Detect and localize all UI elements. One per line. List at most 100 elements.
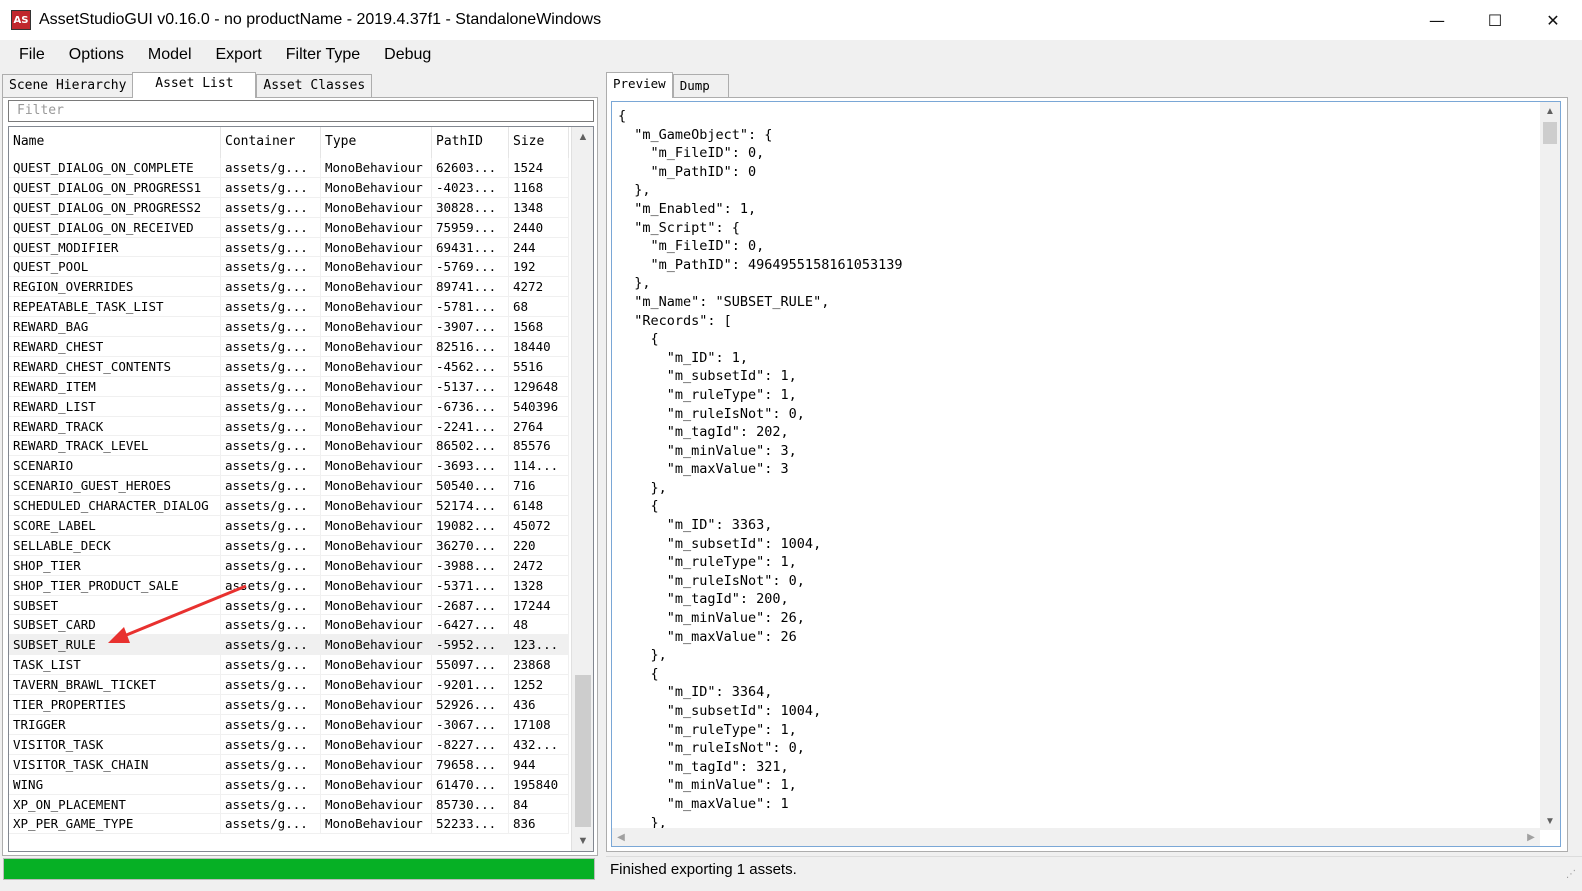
scroll-down-icon[interactable]: ▼ xyxy=(1540,812,1560,830)
cell-container: assets/g... xyxy=(221,555,321,575)
resize-grip-icon[interactable]: ⋰ xyxy=(1566,869,1576,880)
cell-size: 4272 xyxy=(509,277,569,297)
table-row[interactable]: VISITOR_TASK_CHAIN assets/g... MonoBehavio… xyxy=(9,754,569,775)
tab-preview[interactable]: Preview xyxy=(606,72,673,98)
cell-type: MonoBehaviour xyxy=(321,575,432,595)
cell-type: MonoBehaviour xyxy=(321,535,432,555)
preview-line: "m_ruleType": 1, xyxy=(618,554,797,571)
cell-name: REPEATABLE_TASK_LIST xyxy=(9,297,221,317)
table-row[interactable]: QUEST_DIALOG_ON_PROGRESS1 assets/g... Mono… xyxy=(9,177,569,198)
table-row[interactable]: SUBSET_RULE assets/g... MonoBehaviour -5952… xyxy=(9,635,569,656)
menu-options[interactable]: Options xyxy=(57,41,136,69)
cell-container: assets/g... xyxy=(221,675,321,695)
tab-asset-classes[interactable]: Asset Classes xyxy=(256,74,373,98)
column-header-container[interactable]: Container xyxy=(221,127,321,159)
table-row[interactable]: SCORE_LABEL assets/g... MonoBehaviour 19082… xyxy=(9,516,569,536)
maximize-button[interactable]: ☐ xyxy=(1466,0,1524,40)
cell-name: TRIGGER xyxy=(9,714,221,734)
column-header-size[interactable]: Size xyxy=(509,127,569,159)
table-row[interactable]: SCHEDULED_CHARACTER_DIALOG assets/g... Mon… xyxy=(9,496,569,517)
cell-size: 195840 xyxy=(509,774,569,794)
scrollbar-thumb[interactable] xyxy=(575,675,591,827)
scroll-left-icon[interactable]: ◀ xyxy=(612,828,630,846)
table-row[interactable]: REWARD_BAG assets/g... MonoBehaviour -3907.… xyxy=(9,317,569,338)
table-row[interactable]: TAVERN_BRAWL_TICKET assets/g... MonoBehavi… xyxy=(9,675,569,696)
menu-export[interactable]: Export xyxy=(204,41,274,69)
table-row[interactable]: REGION_OVERRIDES assets/g... MonoBehaviour… xyxy=(9,277,569,298)
table-row[interactable]: QUEST_DIALOG_ON_RECEIVED assets/g... MonoB… xyxy=(9,217,569,238)
tab-dump[interactable]: Dump xyxy=(672,74,729,98)
table-row[interactable]: QUEST_DIALOG_ON_COMPLETE assets/g... MonoB… xyxy=(9,158,569,178)
cell-type: MonoBehaviour xyxy=(321,396,432,416)
table-row[interactable]: TRIGGER assets/g... MonoBehaviour -3067... 1… xyxy=(9,714,569,735)
table-row[interactable]: SHOP_TIER assets/g... MonoBehaviour -3988..… xyxy=(9,555,569,576)
table-row[interactable]: VISITOR_TASK assets/g... MonoBehaviour -822… xyxy=(9,734,569,755)
table-row[interactable]: SHOP_TIER_PRODUCT_SALE assets/g... MonoBeh… xyxy=(9,575,569,596)
cell-size: 1328 xyxy=(509,575,569,595)
table-row[interactable]: WING assets/g... MonoBehaviour 61470... 1958… xyxy=(9,774,569,795)
table-row[interactable]: XP_ON_PLACEMENT assets/g... MonoBehaviour 8… xyxy=(9,794,569,815)
column-header-name[interactable]: Name xyxy=(9,127,221,159)
cell-type: MonoBehaviour xyxy=(321,655,432,675)
status-text: Finished exporting 1 assets. xyxy=(610,861,797,878)
preview-line: { xyxy=(618,108,627,124)
scrollbar-thumb[interactable] xyxy=(1543,122,1557,144)
table-row[interactable]: TASK_LIST assets/g... MonoBehaviour 55097..… xyxy=(9,655,569,676)
cell-pathid: -5781... xyxy=(432,297,509,317)
table-row[interactable]: XP_PER_GAME_TYPE assets/g... MonoBehaviour… xyxy=(9,814,569,835)
menu-filter-type[interactable]: Filter Type xyxy=(274,41,372,69)
cell-type: MonoBehaviour xyxy=(321,376,432,396)
cell-pathid: 69431... xyxy=(432,237,509,257)
menu-file[interactable]: File xyxy=(7,41,57,69)
preview-line: "m_minValue": 3, xyxy=(618,442,797,459)
table-row[interactable]: REPEATABLE_TASK_LIST assets/g... MonoBehav… xyxy=(9,297,569,318)
table-row[interactable]: QUEST_MODIFIER assets/g... MonoBehaviour 69… xyxy=(9,237,569,258)
tab-scene-hierarchy[interactable]: Scene Hierarchy xyxy=(2,74,134,98)
table-row[interactable]: SUBSET assets/g... MonoBehaviour -2687... 17… xyxy=(9,595,569,616)
table-row[interactable]: REWARD_CHEST_CONTENTS assets/g... MonoBeha… xyxy=(9,356,569,377)
cell-type: MonoBehaviour xyxy=(321,734,432,754)
cell-pathid: -6427... xyxy=(432,615,509,635)
tab-asset-list[interactable]: Asset List xyxy=(132,72,257,98)
cell-name: QUEST_DIALOG_ON_PROGRESS2 xyxy=(9,197,221,217)
cell-type: MonoBehaviour xyxy=(321,277,432,297)
column-header-type[interactable]: Type xyxy=(321,127,432,159)
cell-pathid: -5137... xyxy=(432,376,509,396)
preview-textbox[interactable]: { "m_GameObject": { "m_FileID": 0, "m_Pa… xyxy=(611,101,1561,847)
cell-container: assets/g... xyxy=(221,695,321,714)
cell-name: TIER_PROPERTIES xyxy=(9,695,221,714)
cell-container: assets/g... xyxy=(221,436,321,456)
scroll-right-icon[interactable]: ▶ xyxy=(1522,828,1540,846)
preview-line: "m_minValue": 26, xyxy=(618,610,805,627)
scroll-down-icon[interactable]: ▼ xyxy=(572,831,593,851)
table-row[interactable]: SUBSET_CARD assets/g... MonoBehaviour -6427… xyxy=(9,615,569,636)
table-row[interactable]: REWARD_CHEST assets/g... MonoBehaviour 8251… xyxy=(9,337,569,357)
scroll-up-icon[interactable]: ▲ xyxy=(572,127,593,147)
table-row[interactable]: REWARD_TRACK assets/g... MonoBehaviour -224… xyxy=(9,416,569,437)
preview-line: }, xyxy=(618,275,651,292)
preview-horizontal-scrollbar[interactable]: ◀ ▶ xyxy=(612,828,1540,846)
menu-debug[interactable]: Debug xyxy=(372,41,443,69)
cell-container: assets/g... xyxy=(221,734,321,754)
table-row[interactable]: REWARD_LIST assets/g... MonoBehaviour -6736… xyxy=(9,396,569,417)
preview-vertical-scrollbar[interactable]: ▲ ▼ xyxy=(1540,102,1560,830)
table-row[interactable]: TIER_PROPERTIES assets/g... MonoBehaviour 5… xyxy=(9,695,569,715)
table-row[interactable]: REWARD_TRACK_LEVEL assets/g... MonoBehavio… xyxy=(9,436,569,457)
cell-name: REWARD_TRACK xyxy=(9,416,221,436)
list-scrollbar[interactable]: ▲ ▼ xyxy=(571,127,593,851)
menu-model[interactable]: Model xyxy=(136,41,204,69)
table-row[interactable]: SCENARIO_GUEST_HEROES assets/g... MonoBeha… xyxy=(9,476,569,497)
pane-splitter[interactable] xyxy=(600,72,604,884)
filter-input[interactable]: Filter xyxy=(8,100,594,122)
column-header-pathid[interactable]: PathID xyxy=(432,127,509,159)
table-row[interactable]: SELLABLE_DECK assets/g... MonoBehaviour 362… xyxy=(9,535,569,556)
scroll-up-icon[interactable]: ▲ xyxy=(1540,102,1560,120)
table-row[interactable]: SCENARIO assets/g... MonoBehaviour -3693...… xyxy=(9,456,569,477)
table-row[interactable]: REWARD_ITEM assets/g... MonoBehaviour -5137… xyxy=(9,376,569,397)
table-row[interactable]: QUEST_DIALOG_ON_PROGRESS2 assets/g... Mono… xyxy=(9,197,569,218)
cell-size: 1568 xyxy=(509,317,569,337)
table-row[interactable]: QUEST_POOL assets/g... MonoBehaviour -5769.… xyxy=(9,257,569,278)
cell-pathid: 55097... xyxy=(432,655,509,675)
minimize-button[interactable]: — xyxy=(1408,0,1466,40)
close-button[interactable]: ✕ xyxy=(1524,0,1582,40)
